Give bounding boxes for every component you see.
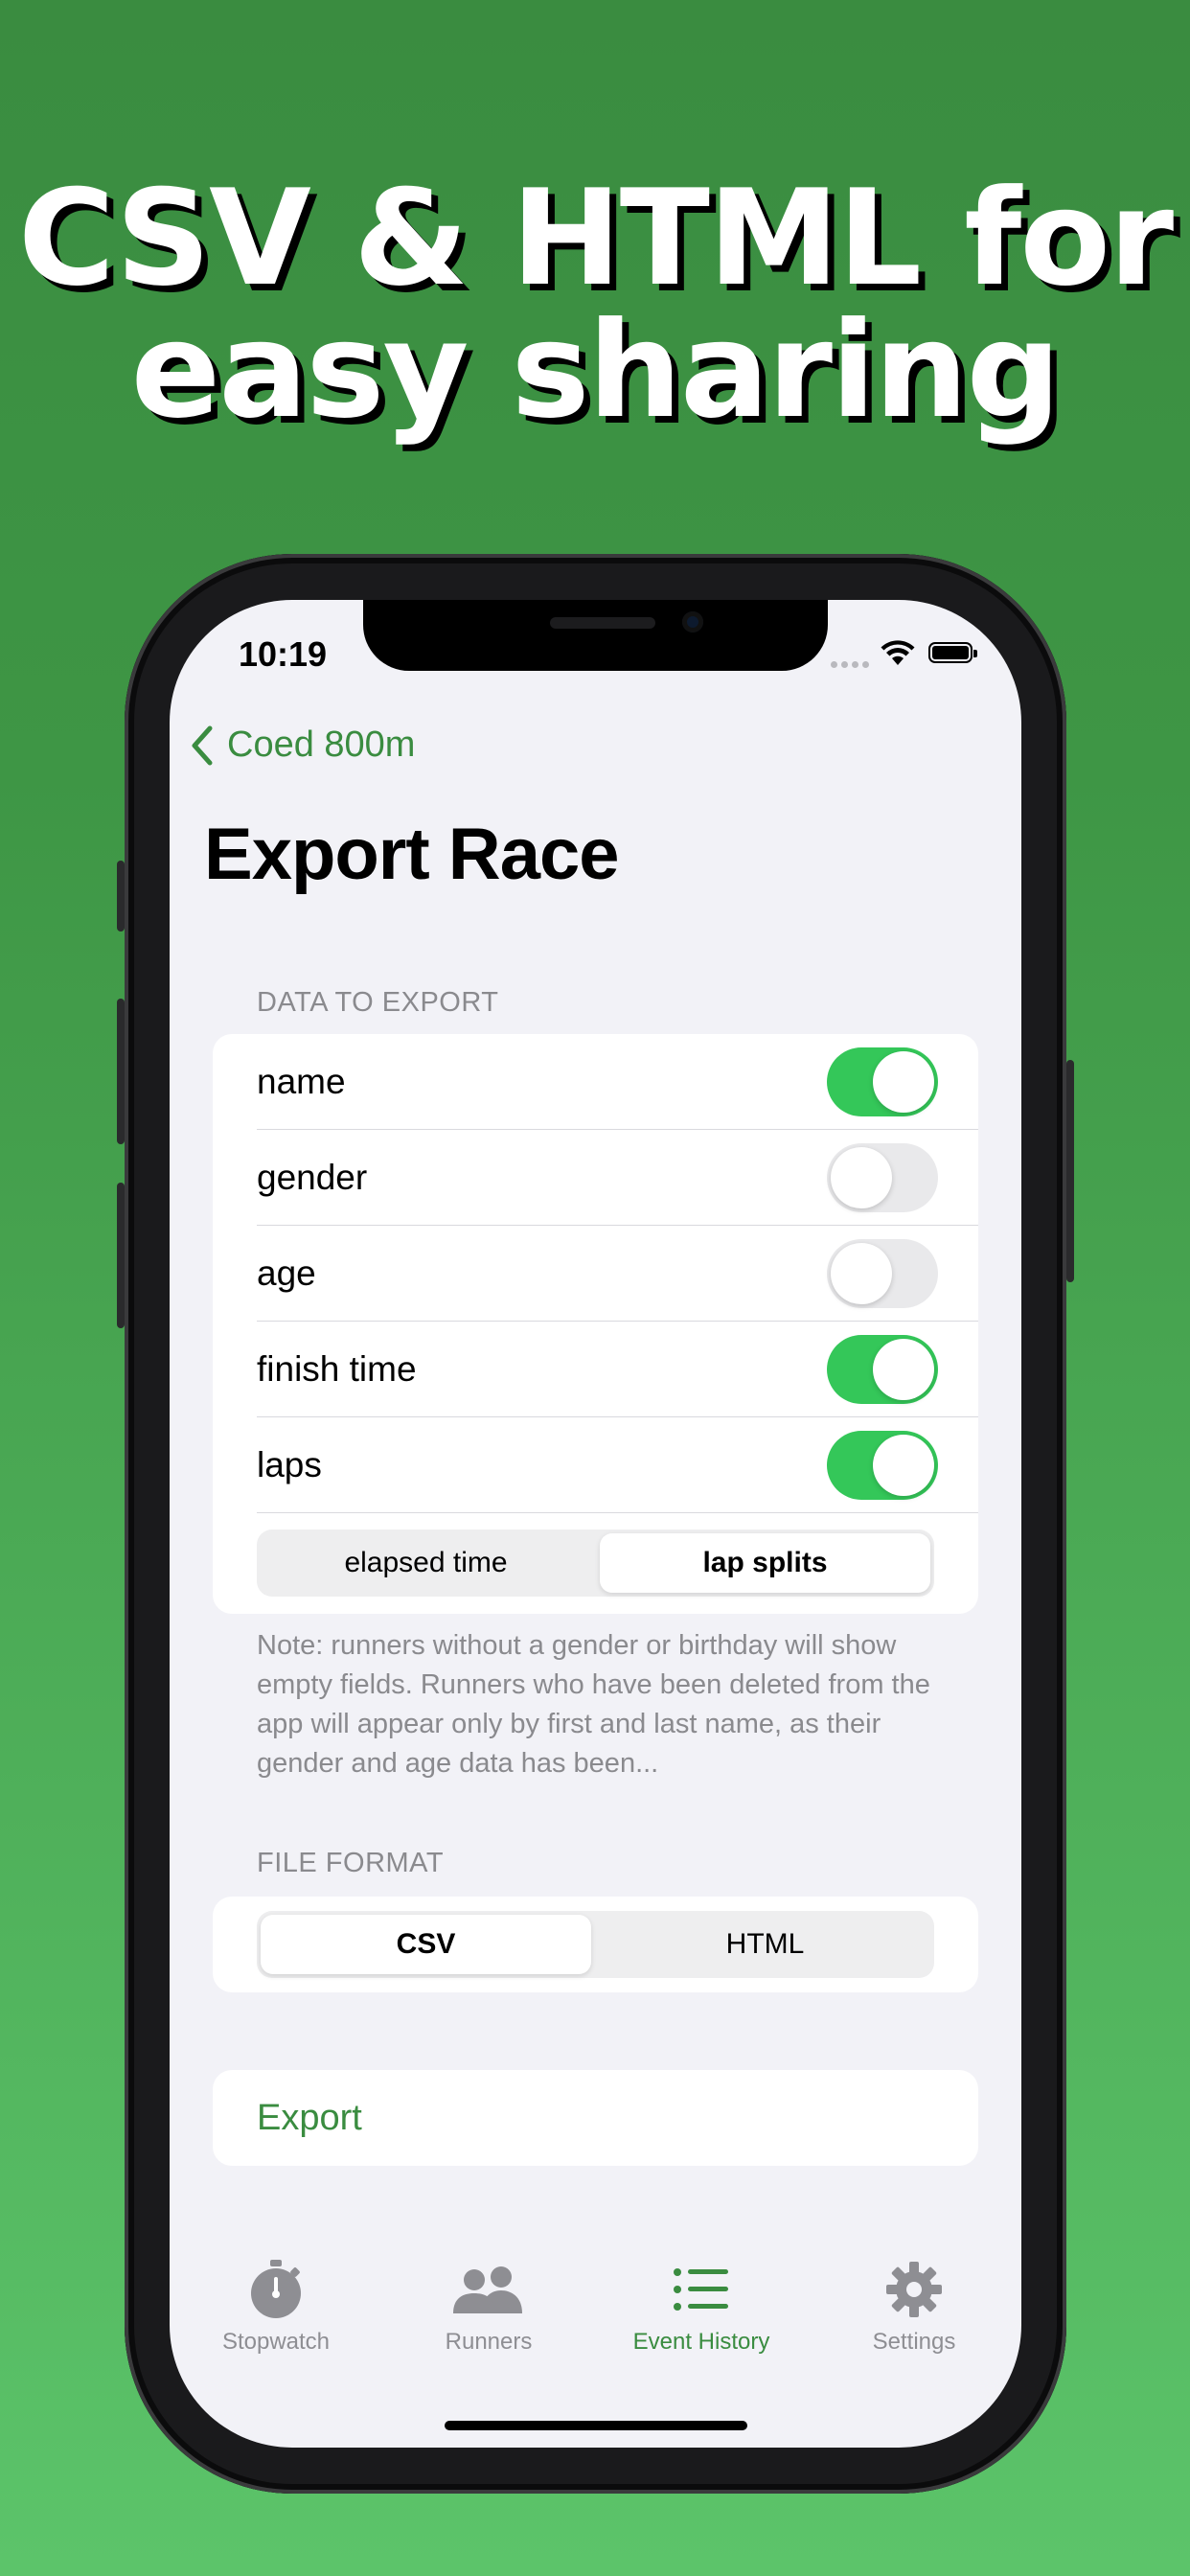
name-toggle[interactable] — [827, 1047, 938, 1116]
status-time: 10:19 — [239, 634, 328, 674]
file-format-card: CSV HTML — [213, 1897, 978, 1992]
segment-elapsed-time[interactable]: elapsed time — [261, 1533, 591, 1593]
gender-toggle[interactable] — [827, 1143, 938, 1212]
tab-settings[interactable]: Settings — [808, 2256, 1020, 2356]
field-row-age: age — [257, 1226, 978, 1322]
power-button — [1066, 1060, 1074, 1282]
segment-csv[interactable]: CSV — [261, 1915, 591, 1974]
back-label: Coed 800m — [227, 724, 416, 765]
tab-runners[interactable]: Runners — [382, 2256, 595, 2356]
headline-line-1: CSV & HTML for — [17, 161, 1174, 315]
tab-event-history[interactable]: Event History — [595, 2256, 808, 2356]
tab-label: Settings — [872, 2329, 956, 2355]
segment-lap-splits[interactable]: lap splits — [600, 1533, 930, 1593]
field-label: name — [257, 1062, 346, 1101]
file-format-header: FILE FORMAT — [257, 1848, 445, 1878]
tab-bar: Stopwatch Runners Event History Settings — [170, 2256, 1021, 2390]
stopwatch-icon — [251, 2260, 301, 2318]
laps-toggle[interactable] — [827, 1431, 938, 1500]
tab-label: Event History — [632, 2329, 770, 2355]
field-label: laps — [257, 1445, 322, 1484]
speaker-grille — [550, 617, 655, 629]
battery-icon — [928, 642, 977, 663]
front-camera — [682, 611, 703, 632]
field-row-finish-time: finish time — [257, 1322, 978, 1417]
tab-label: Runners — [445, 2329, 533, 2355]
wifi-icon — [881, 640, 915, 672]
list-icon — [674, 2268, 728, 2311]
app-screen: 10:19 Coed 800m Export Race DATA TO EXPO… — [170, 600, 1021, 2448]
volume-down-button — [117, 1183, 125, 1328]
field-row-laps: laps — [257, 1417, 978, 1513]
cellular-signal-icon — [831, 656, 873, 673]
segment-html[interactable]: HTML — [600, 1915, 930, 1974]
data-section-header: DATA TO EXPORT — [257, 987, 499, 1018]
headline-line-2: easy sharing — [130, 293, 1062, 448]
tab-label: Stopwatch — [221, 2329, 331, 2355]
chevron-left-icon — [192, 725, 213, 765]
home-indicator[interactable] — [445, 2421, 747, 2430]
export-note: Note: runners without a gender or birthd… — [257, 1630, 930, 1779]
field-label: finish time — [257, 1349, 417, 1389]
promo-headline: CSV & HTML for easy sharing — [0, 172, 1190, 437]
age-toggle[interactable] — [827, 1239, 938, 1308]
gear-icon — [886, 2262, 942, 2317]
finish-time-toggle[interactable] — [827, 1335, 938, 1404]
field-row-gender: gender — [257, 1130, 978, 1226]
export-button[interactable]: Export — [257, 2070, 362, 2166]
volume-up-button — [117, 999, 125, 1144]
field-label: age — [257, 1254, 316, 1293]
data-fields-card: name gender age finish time laps elapsed… — [213, 1034, 978, 1614]
people-icon — [453, 2266, 522, 2313]
lap-mode-segmented-control: elapsed time lap splits — [257, 1530, 934, 1597]
back-button[interactable]: Coed 800m — [191, 724, 415, 766]
field-row-name: name — [257, 1034, 978, 1130]
file-format-segmented-control: CSV HTML — [257, 1911, 934, 1978]
tab-stopwatch[interactable]: Stopwatch — [170, 2256, 382, 2356]
page-title: Export Race — [204, 814, 619, 895]
notch — [363, 600, 828, 671]
mute-switch — [117, 861, 125, 932]
field-label: gender — [257, 1158, 368, 1197]
export-card: Export — [213, 2070, 978, 2166]
